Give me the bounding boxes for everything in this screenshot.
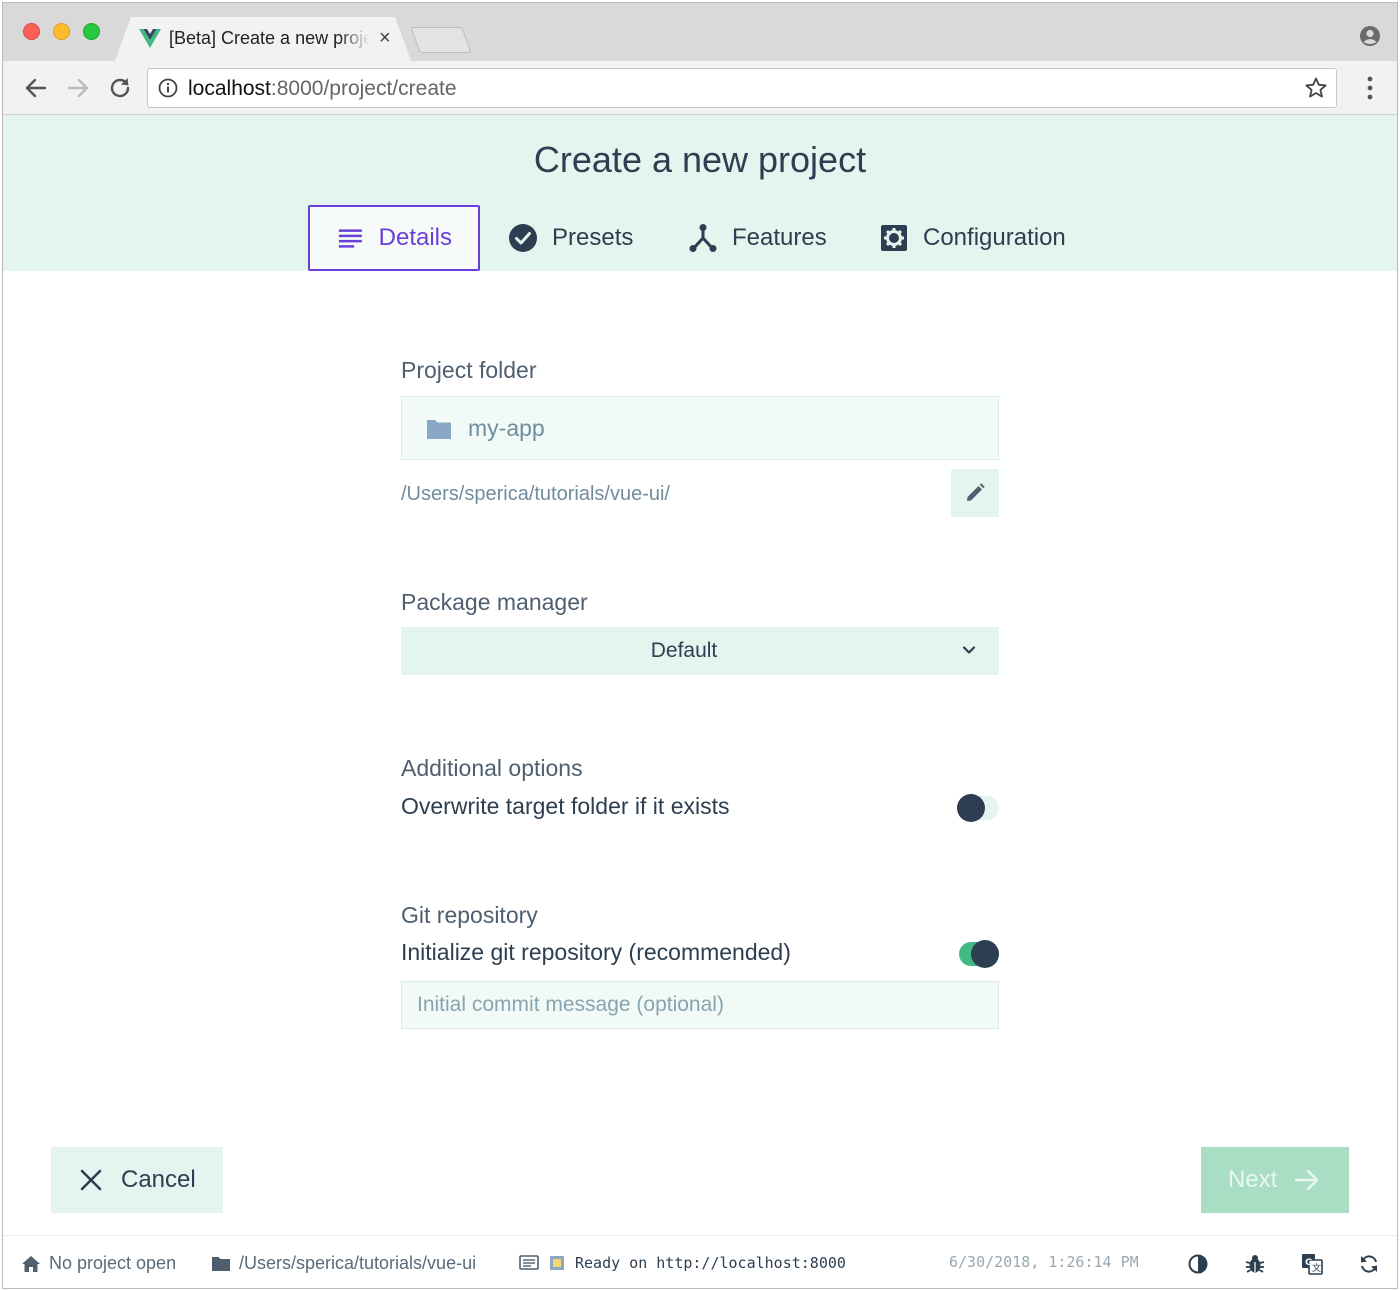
overwrite-toggle-knob <box>957 794 985 822</box>
tab-configuration[interactable]: Configuration <box>853 205 1092 271</box>
git-init-option-label: Initialize git repository (recommended) <box>401 939 791 965</box>
browser-window: [Beta] Create a new project × localhost:… <box>2 2 1398 1289</box>
tab-close-icon[interactable]: × <box>379 26 391 50</box>
forward-arrow-icon[interactable] <box>65 75 91 101</box>
statusbar-log[interactable]: Ready on http://localhost:8000 <box>519 1253 846 1273</box>
commit-message-input[interactable] <box>402 982 998 1028</box>
project-path: /Users/sperica/tutorials/vue-ui/ <box>401 483 670 505</box>
package-manager-value: Default <box>650 639 718 662</box>
git-repository-label: Git repository <box>401 902 538 928</box>
cancel-label: Cancel <box>121 1166 196 1193</box>
refresh-icon[interactable] <box>1358 1253 1380 1275</box>
close-window-button[interactable] <box>23 23 40 40</box>
minimize-window-button[interactable] <box>53 23 70 40</box>
statusbar-project[interactable]: No project open <box>21 1253 176 1274</box>
new-tab-button[interactable] <box>410 27 472 53</box>
git-init-toggle-knob <box>971 940 999 968</box>
svg-text:文: 文 <box>1312 1262 1321 1274</box>
tab-title: [Beta] Create a new project <box>169 28 369 48</box>
console-icon <box>519 1255 539 1270</box>
project-folder-input[interactable]: my-app <box>401 396 999 460</box>
browser-menu-icon[interactable] <box>1367 76 1373 100</box>
vue-logo-icon <box>139 29 161 49</box>
tab-features[interactable]: Features <box>662 205 853 271</box>
home-icon <box>22 1255 40 1272</box>
statusbar-cwd[interactable]: /Users/sperica/tutorials/vue-ui <box>211 1253 476 1274</box>
url-host: localhost <box>188 77 271 100</box>
folder-icon <box>427 420 451 439</box>
package-manager-select[interactable]: Default <box>401 627 999 675</box>
overwrite-toggle[interactable] <box>957 794 999 822</box>
git-init-toggle[interactable] <box>957 940 999 968</box>
check-circle-icon <box>509 224 537 252</box>
additional-options-label: Additional options <box>401 755 583 781</box>
close-icon <box>80 1169 102 1191</box>
browser-tab[interactable]: [Beta] Create a new project × <box>115 17 411 61</box>
project-folder-value[interactable]: my-app <box>468 415 545 442</box>
browser-toolbar: localhost:8000/project/create <box>3 61 1397 115</box>
statusbar-timestamp: 6/30/2018, 1:26:14 PM <box>949 1253 1139 1271</box>
info-icon[interactable] <box>158 78 178 98</box>
statusbar-log-message: Ready on http://localhost:8000 <box>575 1254 846 1272</box>
cancel-button[interactable]: Cancel <box>51 1147 223 1213</box>
tab-features-label: Features <box>732 224 827 251</box>
tab-details-label: Details <box>378 224 452 251</box>
bug-icon[interactable] <box>1244 1253 1266 1275</box>
pencil-icon <box>967 483 985 501</box>
statusbar-project-label: No project open <box>49 1253 177 1273</box>
tab-configuration-label: Configuration <box>923 224 1066 251</box>
page-header: Create a new project Details Presets Fea… <box>3 115 1397 271</box>
next-label: Next <box>1228 1166 1278 1193</box>
tab-details[interactable]: Details <box>308 205 480 271</box>
bookmark-star-icon[interactable] <box>1304 76 1328 100</box>
info-log-icon <box>550 1256 564 1270</box>
tab-presets-label: Presets <box>552 224 634 251</box>
commit-message-field[interactable] <box>401 981 999 1029</box>
statusbar-cwd-label: /Users/sperica/tutorials/vue-ui <box>239 1253 477 1273</box>
package-manager-label: Package manager <box>401 589 588 615</box>
edit-path-button[interactable] <box>951 469 999 517</box>
status-bar: No project open /Users/sperica/tutorials… <box>3 1235 1397 1288</box>
url-text[interactable]: localhost:8000/project/create <box>188 77 457 101</box>
folder-icon <box>212 1256 230 1271</box>
address-bar[interactable]: localhost:8000/project/create <box>147 68 1337 108</box>
chevron-down-icon <box>962 646 976 654</box>
overwrite-option-label: Overwrite target folder if it exists <box>401 793 730 819</box>
reload-icon[interactable] <box>107 75 133 101</box>
features-icon <box>689 224 717 252</box>
arrow-right-icon <box>1295 1169 1319 1191</box>
settings-icon <box>881 225 907 251</box>
tab-presets[interactable]: Presets <box>482 205 659 271</box>
browser-titlebar: [Beta] Create a new project × <box>3 3 1397 61</box>
translate-icon[interactable]: G 文 <box>1301 1253 1323 1275</box>
back-arrow-icon[interactable] <box>23 75 49 101</box>
profile-icon[interactable] <box>1359 25 1381 47</box>
page-title: Create a new project <box>533 139 867 180</box>
next-button[interactable]: Next <box>1201 1147 1349 1213</box>
project-folder-label: Project folder <box>401 357 537 383</box>
details-icon <box>338 229 362 248</box>
url-path: :8000/project/create <box>270 77 457 100</box>
maximize-window-button[interactable] <box>83 23 100 40</box>
dark-mode-icon[interactable] <box>1187 1253 1209 1275</box>
